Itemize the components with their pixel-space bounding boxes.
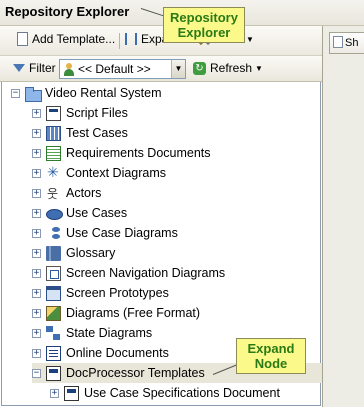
expand-icon[interactable]: +: [32, 348, 41, 358]
screen-prototype-icon: [46, 285, 61, 301]
panel-title: Repository Explorer: [5, 4, 130, 19]
add-template-button[interactable]: Add Template...: [17, 32, 115, 46]
tree-node-label: Actors: [66, 186, 102, 200]
expand-icon[interactable]: +: [32, 288, 41, 298]
collapse-icon[interactable]: −: [11, 88, 20, 98]
expand-icon[interactable]: +: [32, 128, 41, 138]
tree-node-label: Video Rental System: [45, 86, 162, 100]
glossary-icon: [46, 245, 61, 261]
show-button[interactable]: Sh: [329, 32, 364, 54]
tree-node-label: Screen Navigation Diagrams: [66, 266, 226, 280]
filter-select[interactable]: << Default >> ▼: [59, 59, 186, 79]
expand-icon: [125, 33, 137, 45]
tree-node-label: DocProcessor Templates: [66, 366, 205, 380]
tree-node-label: Script Files: [66, 106, 128, 120]
user-icon: [63, 62, 75, 76]
tree-node-script-files[interactable]: + Script Files: [32, 103, 128, 123]
collapse-icon[interactable]: −: [32, 368, 41, 378]
expand-icon[interactable]: +: [32, 188, 41, 198]
repository-explorer-panel: Repository Explorer Add Template... Expa…: [0, 0, 364, 407]
expand-icon[interactable]: +: [50, 388, 59, 398]
tree-node-requirements-documents[interactable]: + Requirements Documents: [32, 143, 211, 163]
tree-node-label: Requirements Documents: [66, 146, 211, 160]
folder-icon: [25, 86, 42, 102]
expand-icon[interactable]: +: [32, 168, 41, 178]
template-icon: [64, 385, 79, 401]
tree-node-screen-navigation-diagrams[interactable]: + Screen Navigation Diagrams: [32, 263, 225, 283]
screen-navigation-icon: [46, 265, 61, 281]
tree-node-label: Diagrams (Free Format): [66, 306, 201, 320]
main-toolbar: Add Template... Expand Tools ▼: [0, 26, 322, 56]
actor-icon: [46, 185, 61, 202]
expand-icon[interactable]: +: [32, 208, 41, 218]
use-case-diagram-icon: [46, 226, 61, 241]
tree-node-online-documents[interactable]: + Online Documents: [32, 343, 169, 363]
refresh-icon: ↻: [193, 61, 206, 75]
expand-icon[interactable]: +: [32, 328, 41, 338]
expand-icon[interactable]: +: [32, 268, 41, 278]
context-diagram-icon: [46, 164, 61, 181]
tree-node-free-format-diagrams[interactable]: + Diagrams (Free Format): [32, 303, 200, 323]
refresh-label: Refresh: [210, 61, 253, 75]
filter-toolbar: Filter << Default >> ▼ ↻ Refresh ▼: [0, 56, 322, 82]
tree-node-label: Glossary: [66, 246, 116, 260]
chevron-down-icon: ▼: [255, 63, 263, 73]
document-icon: [333, 36, 343, 48]
refresh-button[interactable]: ↻ Refresh ▼: [193, 61, 263, 75]
free-diagram-icon: [46, 305, 61, 321]
tree-root-node[interactable]: − Video Rental System: [11, 83, 162, 103]
tree-node-use-case-diagrams[interactable]: + Use Case Diagrams: [32, 223, 178, 243]
toolbar-divider: [119, 33, 120, 49]
tree-node-label: Context Diagrams: [66, 166, 167, 180]
tree-node-label: Use Case Specifications Document: [84, 386, 280, 400]
chevron-down-icon[interactable]: ▼: [171, 60, 185, 78]
tree-node-use-cases[interactable]: + Use Cases: [32, 203, 127, 223]
tree-node-label: Test Cases: [66, 126, 128, 140]
tree-node-label: Screen Prototypes: [66, 286, 169, 300]
docprocessor-icon: [46, 365, 61, 381]
tree-node-label: Use Cases: [66, 206, 128, 220]
tree-node-context-diagrams[interactable]: + Context Diagrams: [32, 163, 166, 183]
tree-node-test-cases[interactable]: + Test Cases: [32, 123, 128, 143]
script-file-icon: [46, 105, 61, 121]
requirements-icon: [46, 145, 61, 161]
filter-button[interactable]: Filter: [13, 61, 56, 75]
expand-icon[interactable]: +: [32, 308, 41, 318]
callout-line: Repository: [170, 10, 238, 25]
tree-node-label: Online Documents: [66, 346, 169, 360]
add-template-label: Add Template...: [32, 32, 116, 46]
filter-icon: [13, 64, 25, 72]
tree-node-glossary[interactable]: + Glossary: [32, 243, 115, 263]
filter-label: Filter: [29, 61, 56, 75]
tree-node-state-diagrams[interactable]: + State Diagrams: [32, 323, 152, 343]
callout-line: Explorer: [177, 25, 231, 40]
test-cases-icon: [46, 125, 61, 141]
callout-repository-explorer: Repository Explorer: [163, 7, 245, 43]
filter-select-value: << Default >>: [78, 62, 151, 76]
expand-icon[interactable]: +: [32, 248, 41, 258]
adjacent-pane: Sh: [322, 26, 364, 407]
document-icon: [17, 32, 28, 46]
online-document-icon: [46, 345, 61, 361]
tree-node-use-case-specifications-document[interactable]: + Use Case Specifications Document: [50, 383, 280, 403]
tree-node-screen-prototypes[interactable]: + Screen Prototypes: [32, 283, 169, 303]
show-button-label: Sh: [345, 37, 359, 49]
chevron-down-icon: ▼: [246, 34, 254, 44]
tree-node-label: State Diagrams: [66, 326, 153, 340]
use-case-icon: [46, 206, 63, 221]
expand-icon[interactable]: +: [32, 108, 41, 118]
tree-node-actors[interactable]: + Actors: [32, 183, 101, 203]
expand-icon[interactable]: +: [32, 228, 41, 238]
tree-node-label: Use Case Diagrams: [66, 226, 178, 240]
callout-line: Expand: [247, 341, 295, 356]
callout-expand-node: Expand Node: [236, 338, 306, 374]
expand-icon[interactable]: +: [32, 148, 41, 158]
callout-line: Node: [254, 356, 288, 371]
state-diagram-icon: [46, 325, 61, 341]
